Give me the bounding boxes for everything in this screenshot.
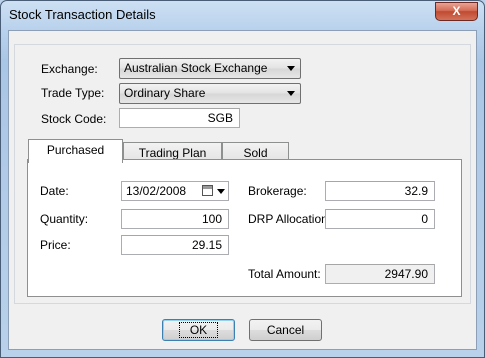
chevron-down-icon	[287, 66, 295, 71]
date-picker[interactable]: 13/02/2008	[121, 181, 229, 201]
close-button[interactable]: X	[435, 2, 478, 21]
dialog-window: Stock Transaction Details X Exchange: Au…	[0, 0, 485, 358]
exchange-value: Australian Stock Exchange	[124, 61, 268, 75]
stock-code-label: Stock Code:	[41, 112, 107, 126]
purchased-tab-panel: Date: 13/02/2008 Quantity: 100 Price: 29…	[27, 159, 462, 297]
window-title: Stock Transaction Details	[9, 7, 156, 22]
drp-allocation-input[interactable]: 0	[325, 209, 435, 229]
date-value: 13/02/2008	[126, 184, 187, 198]
ok-button-label: OK	[178, 322, 219, 338]
stock-code-input[interactable]: SGB	[119, 108, 240, 128]
price-input[interactable]: 29.15	[121, 235, 229, 255]
trade-type-value: Ordinary Share	[124, 86, 206, 100]
exchange-label: Exchange:	[41, 62, 98, 76]
exchange-dropdown[interactable]: Australian Stock Exchange	[119, 58, 301, 79]
cancel-button[interactable]: Cancel	[249, 319, 322, 341]
calendar-icon[interactable]	[202, 185, 213, 196]
close-icon: X	[452, 4, 461, 18]
price-label: Price:	[40, 238, 71, 252]
drp-allocation-label: DRP Allocation:	[248, 212, 332, 226]
quantity-input[interactable]: 100	[121, 209, 229, 229]
trade-type-label: Trade Type:	[41, 86, 105, 100]
tab-purchased[interactable]: Purchased	[28, 139, 123, 163]
dialog-client-area: Exchange: Australian Stock Exchange Trad…	[8, 30, 477, 350]
quantity-label: Quantity:	[40, 212, 89, 226]
ok-button[interactable]: OK	[162, 319, 235, 341]
date-label: Date:	[40, 184, 69, 198]
chevron-down-icon	[287, 91, 295, 96]
total-amount-field: 2947.90	[325, 264, 435, 284]
total-amount-label: Total Amount:	[248, 267, 321, 281]
brokerage-input[interactable]: 32.9	[325, 181, 435, 201]
chevron-down-icon[interactable]	[217, 189, 225, 194]
title-bar[interactable]: Stock Transaction Details X	[1, 1, 484, 31]
brokerage-label: Brokerage:	[248, 184, 307, 198]
trade-type-dropdown[interactable]: Ordinary Share	[119, 83, 301, 104]
